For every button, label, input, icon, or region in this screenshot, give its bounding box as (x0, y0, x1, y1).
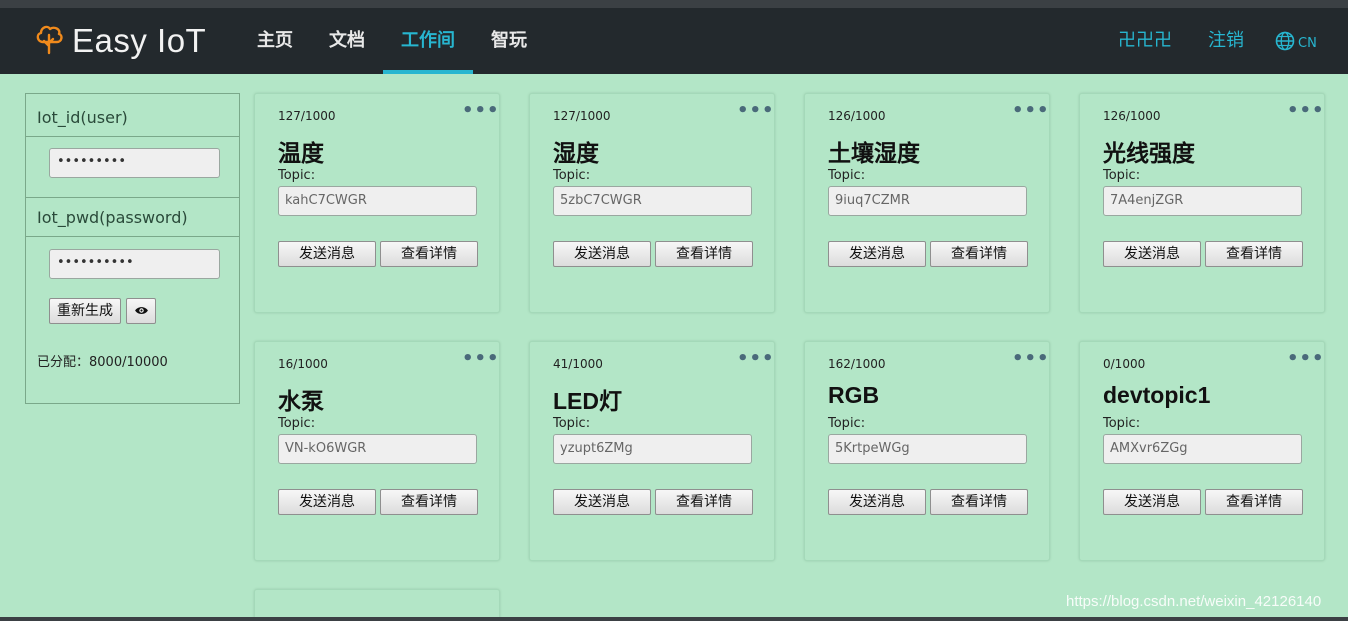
view-details-button[interactable]: 查看详情 (380, 241, 478, 267)
nav-home[interactable]: 主页 (256, 8, 294, 74)
send-message-button[interactable]: 发送消息 (278, 489, 376, 515)
regenerate-button[interactable]: 重新生成 (49, 298, 121, 324)
send-message-button[interactable]: 发送消息 (828, 241, 926, 267)
iot-id-row: ••••••••• (26, 137, 239, 198)
message-count: 127/1000 (278, 109, 336, 123)
brand-name: Easy IoT (72, 22, 207, 59)
topic-label: Topic: (828, 416, 866, 431)
iot-pwd-field[interactable]: •••••••••• (49, 249, 220, 279)
logout-link[interactable]: 注销 (1208, 8, 1244, 74)
more-options-icon[interactable]: ••• (737, 102, 775, 120)
show-password-button[interactable] (126, 298, 156, 324)
topic-field[interactable]: 7A4enjZGR (1103, 186, 1302, 216)
eye-icon (134, 303, 149, 318)
view-details-button[interactable]: 查看详情 (1205, 489, 1303, 515)
topic-field[interactable]: 5zbC7CWGR (553, 186, 752, 216)
window-bottom-edge (0, 617, 1348, 621)
topic-card: 41/1000 ••• LED灯 Topic: yzupt6ZMg 发送消息 查… (529, 341, 775, 561)
brand-logo[interactable]: Easy IoT (34, 22, 206, 60)
topic-label: Topic: (828, 168, 866, 183)
topic-label: Topic: (1103, 416, 1141, 431)
more-options-icon[interactable]: ••• (462, 350, 500, 368)
card-title: 光线强度 (1103, 140, 1195, 166)
more-options-icon[interactable]: ••• (1012, 350, 1050, 368)
card-title: 温度 (278, 140, 324, 166)
topic-card: 126/1000 ••• 光线强度 Topic: 7A4enjZGR 发送消息 … (1079, 93, 1325, 313)
card-title: 水泵 (278, 388, 324, 414)
credentials-panel: Iot_id(user) ••••••••• Iot_pwd(password)… (25, 93, 240, 404)
view-details-button[interactable]: 查看详情 (1205, 241, 1303, 267)
iot-pwd-label: Iot_pwd(password) (26, 198, 239, 237)
window-top-strip (0, 0, 1348, 8)
iot-id-field[interactable]: ••••••••• (49, 148, 220, 178)
topic-card: 0/1000 ••• devtopic1 Topic: AMXvr6ZGg 发送… (1079, 341, 1325, 561)
message-count: 127/1000 (553, 109, 611, 123)
view-details-button[interactable]: 查看详情 (930, 241, 1028, 267)
send-message-button[interactable]: 发送消息 (828, 489, 926, 515)
card-title: RGB (828, 382, 880, 408)
message-count: 16/1000 (278, 357, 328, 371)
topic-card: 127/1000 ••• 温度 Topic: kahC7CWGR 发送消息 查看… (254, 93, 500, 313)
topic-label: Topic: (553, 416, 591, 431)
iot-id-label: Iot_id(user) (26, 94, 239, 137)
topic-field[interactable]: 5KrtpeWGg (828, 434, 1027, 464)
message-count: 126/1000 (828, 109, 886, 123)
topic-label: Topic: (278, 168, 316, 183)
send-message-button[interactable]: 发送消息 (553, 241, 651, 267)
cloud-tree-icon (34, 22, 64, 60)
nav-workspace[interactable]: 工作间 (383, 8, 473, 74)
topic-field[interactable]: 9iuq7CZMR (828, 186, 1027, 216)
topic-field[interactable]: AMXvr6ZGg (1103, 434, 1302, 464)
topic-label: Topic: (1103, 168, 1141, 183)
more-options-icon[interactable]: ••• (1287, 350, 1325, 368)
card-title: devtopic1 (1103, 382, 1211, 408)
more-options-icon[interactable]: ••• (1012, 102, 1050, 120)
topic-card: 16/1000 ••• 水泵 Topic: VN-kO6WGR 发送消息 查看详… (254, 341, 500, 561)
topic-field[interactable]: kahC7CWGR (278, 186, 477, 216)
view-details-button[interactable]: 查看详情 (655, 241, 753, 267)
topic-field[interactable]: VN-kO6WGR (278, 434, 477, 464)
card-title: 湿度 (553, 140, 599, 166)
topic-label: Topic: (553, 168, 591, 183)
allocated-quota: 已分配：8000/10000 (37, 355, 168, 370)
more-options-icon[interactable]: ••• (737, 350, 775, 368)
top-navbar: Easy IoT 主页 文档 工作间 智玩 卍卍卍 注销 CN (0, 8, 1348, 74)
topic-card: 162/1000 ••• RGB Topic: 5KrtpeWGg 发送消息 查… (804, 341, 1050, 561)
topic-field[interactable]: yzupt6ZMg (553, 434, 752, 464)
nav-play[interactable]: 智玩 (489, 8, 529, 74)
nav-docs[interactable]: 文档 (328, 8, 366, 74)
message-count: 0/1000 (1103, 357, 1146, 371)
card-title: 土壤湿度 (828, 140, 920, 166)
send-message-button[interactable]: 发送消息 (1103, 489, 1201, 515)
send-message-button[interactable]: 发送消息 (1103, 241, 1201, 267)
send-message-button[interactable]: 发送消息 (553, 489, 651, 515)
watermark-text: https://blog.csdn.net/weixin_42126140 (1066, 593, 1322, 610)
message-count: 126/1000 (1103, 109, 1161, 123)
message-count: 162/1000 (828, 357, 886, 371)
topic-label: Topic: (278, 416, 316, 431)
more-options-icon[interactable]: ••• (462, 102, 500, 120)
view-details-button[interactable]: 查看详情 (655, 489, 753, 515)
language-label: CN (1298, 35, 1317, 51)
topic-card: 126/1000 ••• 土壤湿度 Topic: 9iuq7CZMR 发送消息 … (804, 93, 1050, 313)
topic-card: 127/1000 ••• 湿度 Topic: 5zbC7CWGR 发送消息 查看… (529, 93, 775, 313)
send-message-button[interactable]: 发送消息 (278, 241, 376, 267)
globe-icon (1275, 31, 1298, 55)
language-switch[interactable]: CN (1275, 31, 1317, 55)
active-tab-indicator (383, 70, 473, 74)
more-options-icon[interactable]: ••• (1287, 102, 1325, 120)
view-details-button[interactable]: 查看详情 (380, 489, 478, 515)
message-count: 41/1000 (553, 357, 603, 371)
card-title: LED灯 (553, 388, 622, 414)
view-details-button[interactable]: 查看详情 (930, 489, 1028, 515)
user-name-link[interactable]: 卍卍卍 (1118, 8, 1172, 74)
